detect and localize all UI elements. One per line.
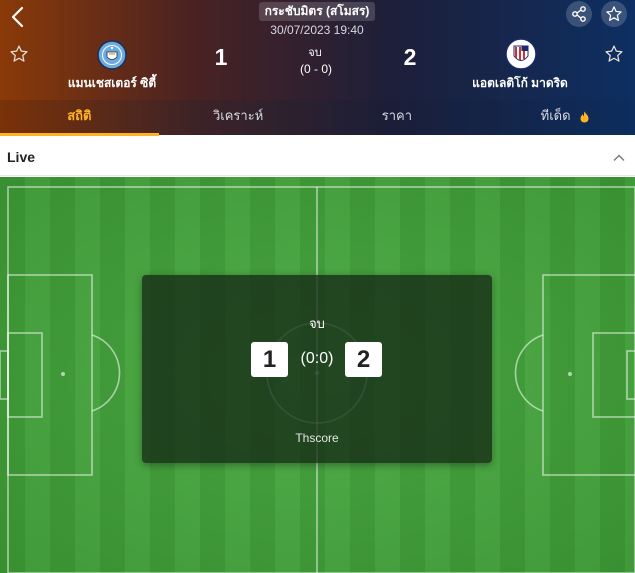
back-icon[interactable] xyxy=(6,4,30,30)
tab-stats-label: สถิติ xyxy=(67,108,92,123)
atletico-crest-icon[interactable] xyxy=(505,38,537,70)
half-time-score: (0 - 0) xyxy=(299,62,332,76)
match-datetime: 30/07/2023 19:40 xyxy=(270,23,364,37)
home-team-name[interactable]: แมนเชสเตอร์ ซิตี้ xyxy=(50,74,174,93)
tab-tips[interactable]: ทีเด็ด xyxy=(476,100,635,135)
tab-analysis[interactable]: วิเคราะห์ xyxy=(159,100,318,135)
brand-watermark: Thscore xyxy=(295,431,339,445)
follow-home-star-icon[interactable] xyxy=(9,44,29,69)
overlay-half-time-score: (0:0) xyxy=(300,350,334,367)
tab-odds[interactable]: ราคา xyxy=(318,100,477,135)
chevron-up-icon[interactable] xyxy=(612,150,626,168)
tab-tips-label: ทีเด็ด xyxy=(540,108,571,123)
tab-analysis-label: วิเคราะห์ xyxy=(212,108,264,123)
away-score: 2 xyxy=(403,44,417,70)
football-pitch: จบ 1 (0:0) 2 Thscore xyxy=(0,177,635,573)
home-score: 1 xyxy=(214,44,228,70)
share-icon[interactable] xyxy=(566,1,592,27)
favorite-star-icon[interactable] xyxy=(601,1,627,27)
tab-bar: สถิติ วิเคราะห์ ราคา ทีเด็ด xyxy=(0,100,635,136)
overlay-home-score: 1 xyxy=(251,342,288,377)
match-header: กระชับมิตร (สโมสร) 30/07/2023 19:40 แมนเ… xyxy=(0,0,635,100)
live-label: Live xyxy=(7,149,36,165)
tab-odds-label: ราคา xyxy=(381,108,413,123)
live-section-header[interactable]: Live xyxy=(0,139,635,176)
league-name: กระชับมิตร (สโมสร) xyxy=(259,2,375,21)
overlay-match-status: จบ xyxy=(309,316,325,331)
overlay-away-score: 2 xyxy=(345,342,382,377)
match-status: จบ xyxy=(308,47,322,59)
fire-icon xyxy=(580,103,589,135)
man-city-crest-icon[interactable] xyxy=(97,40,127,70)
tab-stats[interactable]: สถิติ xyxy=(0,100,159,136)
final-score-overlay: จบ 1 (0:0) 2 Thscore xyxy=(142,275,492,463)
away-team-name[interactable]: แอตเลติโก้ มาดริด xyxy=(458,74,582,93)
follow-away-star-icon[interactable] xyxy=(604,44,624,69)
